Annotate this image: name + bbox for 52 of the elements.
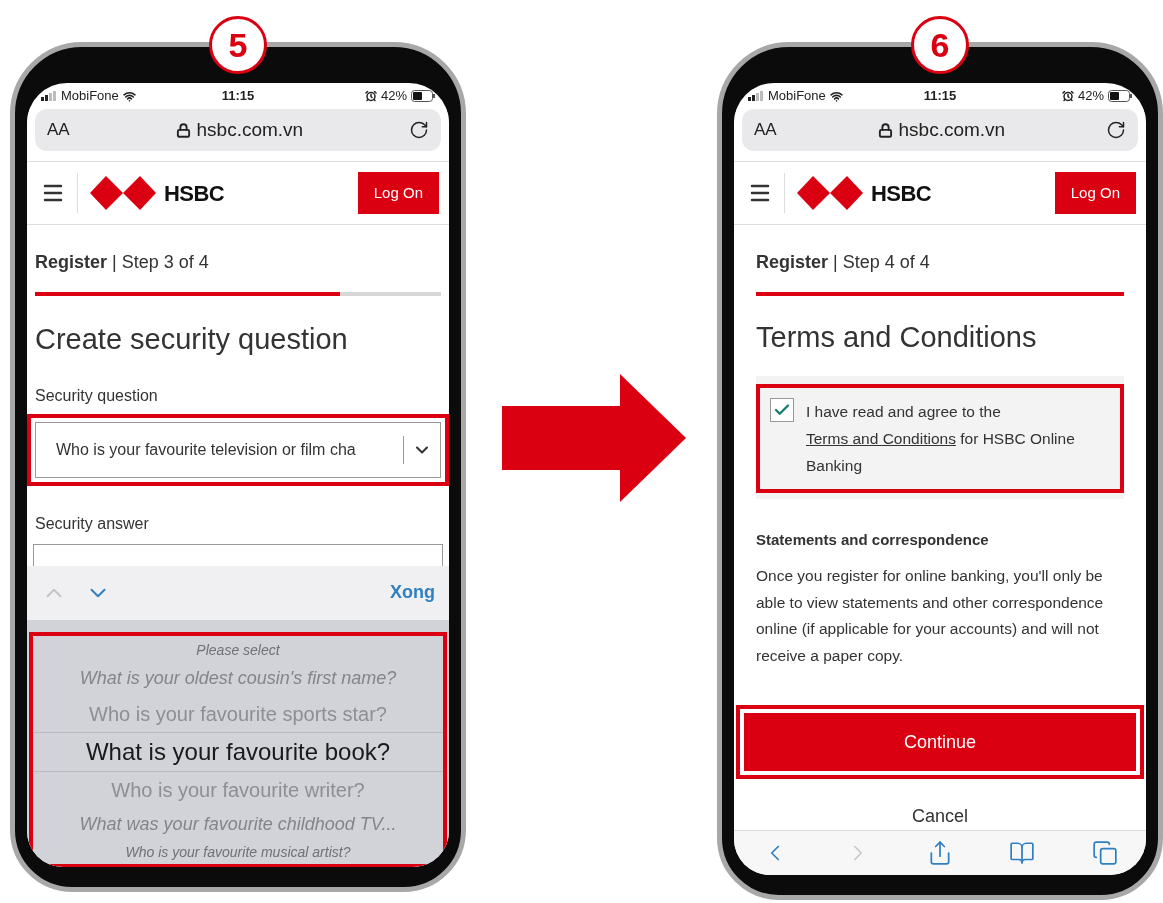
log-on-button[interactable]: Log On xyxy=(357,172,439,214)
section-heading: Statements and correspondence xyxy=(756,529,990,550)
consent-text: I have read and agree to the Terms and Conditions for HSBC Online Banking xyxy=(806,401,1076,476)
step-heading: Register | Step 4 of 4 xyxy=(756,251,931,274)
step-badge: 6 xyxy=(911,16,969,74)
page-title: Terms and Conditions xyxy=(756,320,1038,355)
picker-option[interactable]: What is your favourite book? xyxy=(33,731,443,772)
battery-percent: 42% xyxy=(1077,87,1104,106)
wifi-icon xyxy=(122,89,136,103)
checkbox[interactable] xyxy=(770,397,794,422)
address-bar[interactable]: AA hsbc.com.vn xyxy=(742,109,1138,151)
text-size-button[interactable]: AA xyxy=(47,117,70,143)
reload-icon[interactable] xyxy=(1106,120,1126,140)
text-size-button[interactable]: AA xyxy=(754,117,777,143)
step-badge: 5 xyxy=(209,16,267,74)
select-field[interactable]: Who is your favourite television or film cha xyxy=(35,421,441,478)
logo-text: HSBC xyxy=(871,179,932,208)
alarm-icon xyxy=(364,90,377,102)
battery-icon xyxy=(1108,90,1132,102)
section-body: Once you register for online banking, you'll only be able to view statements and other correspondence online (if applicable for your accounts) and will not receive a paper copy. xyxy=(756,566,1105,666)
battery-icon xyxy=(411,90,435,102)
logo-text: HSBC xyxy=(164,179,225,208)
picker-option[interactable]: Please select xyxy=(196,639,280,662)
step-heading: Register | Step 3 of 4 xyxy=(35,251,210,274)
terms-link[interactable]: Terms and Conditions xyxy=(806,429,956,447)
field-label: Security answer xyxy=(34,513,150,534)
carrier-name: MobiFone xyxy=(768,87,826,106)
log-on-button[interactable]: Log On xyxy=(1054,172,1136,214)
reload-icon[interactable] xyxy=(409,120,429,140)
tabs-icon[interactable] xyxy=(1091,840,1118,866)
url-text: hsbc.com.vn xyxy=(196,117,304,142)
picker-option[interactable]: Who is your favourite musical artist? xyxy=(125,841,351,864)
signal-icon xyxy=(748,91,764,101)
field-label: Security question xyxy=(34,385,159,406)
cancel-link[interactable]: Cancel xyxy=(912,803,968,830)
book-icon[interactable] xyxy=(1009,840,1036,866)
lock-icon xyxy=(175,122,191,138)
input-field[interactable] xyxy=(33,543,443,566)
address-bar[interactable]: AA hsbc.com.vn xyxy=(35,109,441,151)
clock-time: 11:15 xyxy=(923,87,957,106)
battery-percent: 42% xyxy=(380,87,407,106)
alarm-icon xyxy=(1061,90,1074,102)
lock-icon xyxy=(877,122,893,138)
page-title: Create security question xyxy=(34,322,349,357)
clock-time: 11:15 xyxy=(221,87,255,106)
signal-icon xyxy=(41,91,57,101)
url-text: hsbc.com.vn xyxy=(898,117,1006,142)
done-button[interactable]: Xong xyxy=(390,579,435,606)
wifi-icon xyxy=(829,89,843,103)
right-arrow-icon xyxy=(502,374,686,502)
continue-button[interactable]: Continue xyxy=(744,713,1136,771)
carrier-name: MobiFone xyxy=(61,87,119,106)
